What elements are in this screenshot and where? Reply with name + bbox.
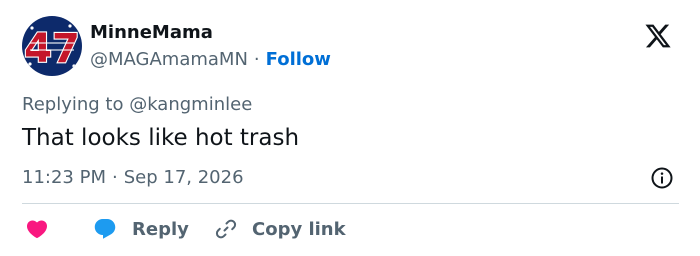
heart-icon — [26, 220, 48, 239]
reply-context: Replying to @kangminlee — [22, 92, 252, 118]
handle-row: @MAGAmamaMN · Follow — [90, 47, 331, 73]
avatar-image: 47 — [22, 16, 82, 76]
user-handle[interactable]: @MAGAmamaMN — [90, 49, 248, 70]
action-bar: Reply Copy link — [0, 214, 700, 244]
display-name[interactable]: MinneMama — [90, 20, 213, 46]
copy-link-button[interactable]: Copy link — [214, 214, 346, 244]
reply-label: Reply — [132, 218, 189, 240]
x-logo-icon[interactable] — [643, 22, 673, 50]
divider — [22, 203, 679, 204]
handle-separator: · — [253, 49, 260, 70]
like-button[interactable] — [24, 214, 50, 244]
avatar[interactable]: 47 — [22, 16, 82, 76]
tweet-embed: 47 MinneMama @MAGAmamaMN·Follow Replying… — [0, 0, 700, 256]
tweet-timestamp[interactable]: 11:23 PM · Sep 17, 2026 — [22, 165, 244, 191]
tweet-date: Sep 17, 2026 — [123, 167, 244, 188]
info-icon[interactable] — [650, 166, 674, 190]
reply-mention-link[interactable]: @kangminlee — [129, 94, 252, 115]
reply-context-prefix: Replying to — [22, 94, 130, 115]
tweet-time: 11:23 PM — [22, 167, 106, 188]
timestamp-separator: · — [111, 167, 118, 188]
copy-link-label: Copy link — [252, 218, 346, 240]
speech-bubble-icon — [94, 219, 116, 239]
reply-button[interactable]: Reply — [92, 214, 189, 244]
follow-button[interactable]: Follow — [266, 49, 331, 70]
tweet-text: That looks like hot trash — [22, 125, 300, 151]
link-icon — [215, 219, 237, 239]
